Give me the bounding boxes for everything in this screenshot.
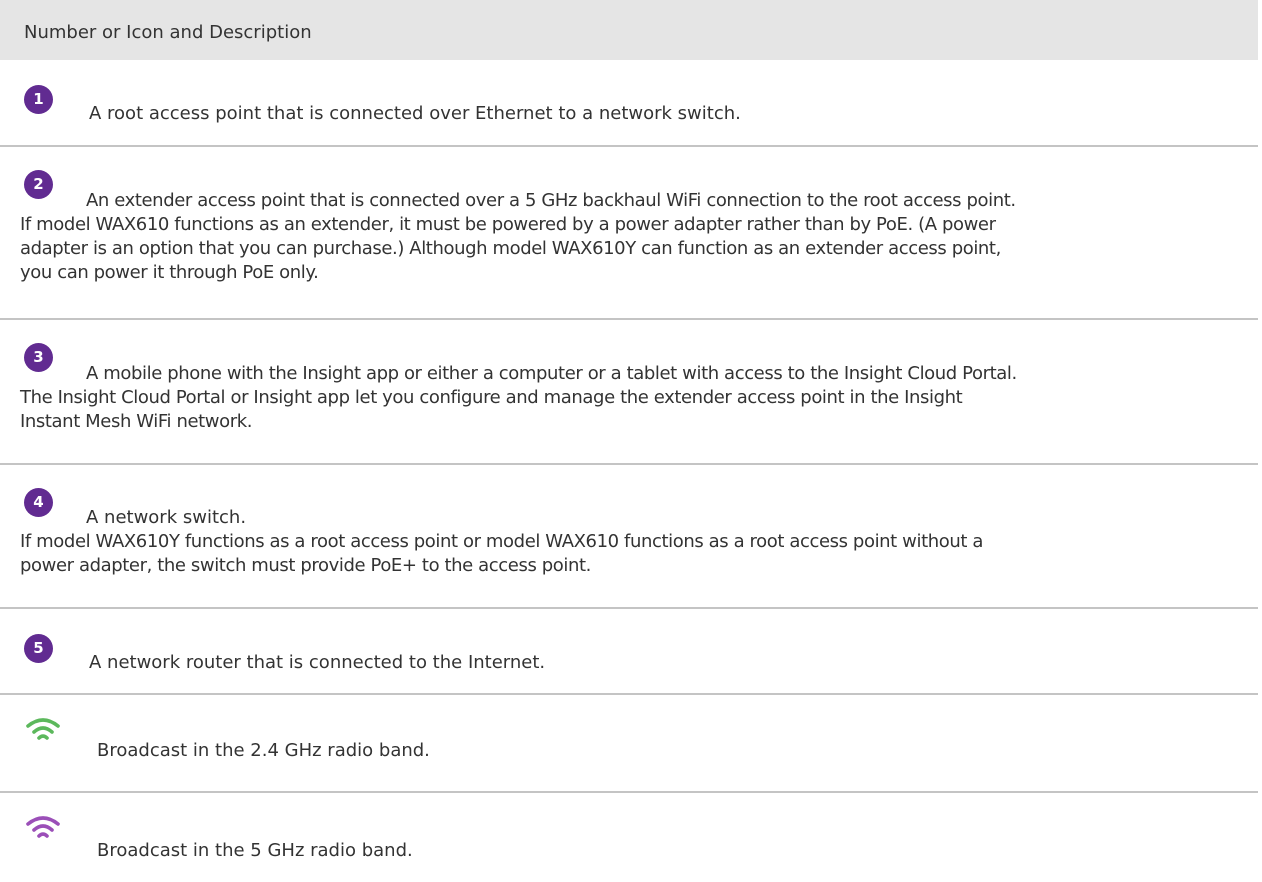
row-text: you can power it through PoE only. — [20, 262, 319, 283]
row-text: An extender access point that is connect… — [86, 190, 1016, 211]
table-row: 2 An extender access point that is conne… — [0, 147, 1258, 319]
number-badge-3: 3 — [24, 343, 53, 372]
row-text: Broadcast in the 2.4 GHz radio band. — [97, 740, 430, 761]
number-badge-5: 5 — [24, 634, 53, 663]
row-text: Broadcast in the 5 GHz radio band. — [97, 840, 413, 861]
header-title: Number or Icon and Description — [24, 22, 312, 43]
row-text: The Insight Cloud Portal or Insight app … — [20, 387, 963, 408]
table-row: 4 A network switch. If model WAX610Y fun… — [0, 465, 1258, 607]
table-header: Number or Icon and Description — [0, 0, 1258, 60]
table-row: Broadcast in the 5 GHz radio band. — [0, 793, 1258, 882]
row-text: adapter is an option that you can purcha… — [20, 238, 1001, 259]
row-text: power adapter, the switch must provide P… — [20, 555, 591, 576]
row-text: A mobile phone with the Insight app or e… — [86, 363, 1017, 384]
table-row: 3 A mobile phone with the Insight app or… — [0, 320, 1258, 462]
row-text: If model WAX610Y functions as a root acc… — [20, 531, 983, 552]
number-badge-2: 2 — [24, 170, 53, 199]
wifi-icon-2-4ghz — [26, 718, 60, 740]
row-text: A root access point that is connected ov… — [89, 103, 741, 124]
number-badge-4: 4 — [24, 488, 53, 517]
row-text: A network router that is connected to th… — [89, 652, 546, 673]
table-row: Broadcast in the 2.4 GHz radio band. — [0, 695, 1258, 783]
row-text: A network switch. — [86, 507, 247, 528]
row-text: Instant Mesh WiFi network. — [20, 411, 253, 432]
wifi-icon-5ghz — [26, 816, 60, 838]
row-text: If model WAX610 functions as an extender… — [20, 214, 996, 235]
table-row: 5 A network router that is connected to … — [0, 609, 1258, 697]
table-row: 1 A root access point that is connected … — [0, 60, 1258, 148]
number-badge-1: 1 — [24, 85, 53, 114]
